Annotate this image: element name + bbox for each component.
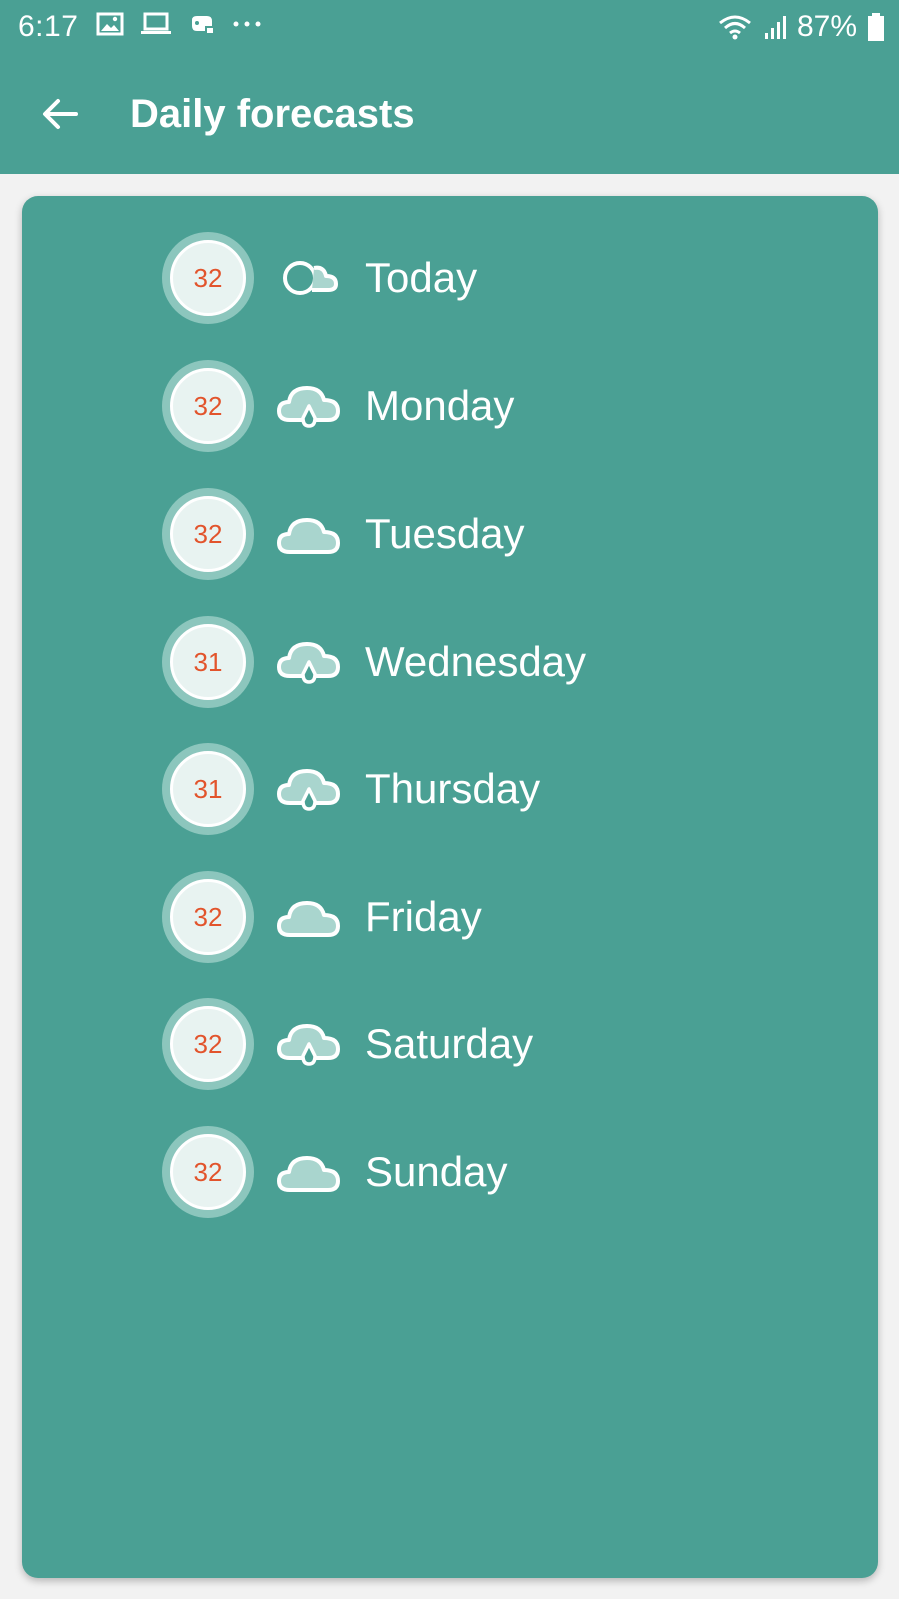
forecast-row[interactable]: 32 Sunday	[22, 1122, 878, 1222]
temperature-badge: 32	[162, 871, 254, 963]
temperature-value: 32	[170, 240, 246, 316]
rain-cloud-icon	[277, 386, 340, 428]
forecast-row[interactable]: 31 Thursday	[22, 739, 878, 839]
temperature-badge: 32	[162, 232, 254, 324]
day-label: Monday	[365, 382, 515, 429]
laptop-icon	[141, 12, 171, 34]
day-label: Saturday	[365, 1020, 534, 1067]
battery-icon	[868, 13, 884, 41]
temperature-badge: 31	[162, 743, 254, 835]
day-label: Tuesday	[365, 510, 525, 557]
app-bar: Daily forecasts	[0, 56, 899, 174]
notification-icons	[96, 12, 262, 36]
forecast-row[interactable]: 32 Today	[22, 228, 878, 328]
forecast-card: 32 Today 32 Monday 32 Tuesday 31 Wednesd…	[22, 196, 878, 1578]
rain-cloud-icon	[277, 1024, 340, 1066]
cloud-icon	[277, 1156, 340, 1192]
forecast-row[interactable]: 32 Saturday	[22, 994, 878, 1094]
cloud-icon	[277, 518, 340, 554]
temperature-badge: 32	[162, 360, 254, 452]
back-button[interactable]	[32, 86, 88, 142]
rain-cloud-icon	[277, 642, 340, 684]
day-label: Thursday	[365, 765, 541, 812]
status-time: 6:17	[18, 10, 79, 43]
image-icon	[96, 12, 124, 36]
wifi-icon	[719, 15, 751, 40]
temperature-badge: 32	[162, 488, 254, 580]
partly-cloudy-icon	[283, 261, 338, 295]
forecast-row[interactable]: 31 Wednesday	[22, 612, 878, 712]
status-bar: 6:17 87%	[0, 0, 899, 56]
temperature-badge: 32	[162, 998, 254, 1090]
status-right: 87%	[717, 10, 885, 44]
temperature-value: 31	[170, 751, 246, 827]
day-label: Wednesday	[365, 638, 587, 685]
temperature-value: 32	[170, 1006, 246, 1082]
more-dots-icon	[233, 21, 261, 27]
arrow-left-icon	[43, 99, 78, 129]
day-label: Today	[365, 254, 478, 301]
game-icon	[192, 16, 214, 34]
day-label: Sunday	[365, 1148, 508, 1195]
page-title: Daily forecasts	[130, 92, 415, 136]
temperature-badge: 31	[162, 616, 254, 708]
day-label: Friday	[365, 893, 482, 940]
temperature-value: 32	[170, 368, 246, 444]
temperature-value: 32	[170, 879, 246, 955]
signal-icon	[764, 16, 786, 39]
rain-cloud-icon	[277, 769, 340, 811]
temperature-value: 32	[170, 496, 246, 572]
cloud-icon	[277, 901, 340, 937]
forecast-row[interactable]: 32 Monday	[22, 356, 878, 456]
temperature-value: 31	[170, 624, 246, 700]
battery-percent: 87%	[796, 10, 857, 43]
temperature-value: 32	[170, 1134, 246, 1210]
forecast-row[interactable]: 32 Tuesday	[22, 484, 878, 584]
temperature-badge: 32	[162, 1126, 254, 1218]
forecast-row[interactable]: 32 Friday	[22, 867, 878, 967]
